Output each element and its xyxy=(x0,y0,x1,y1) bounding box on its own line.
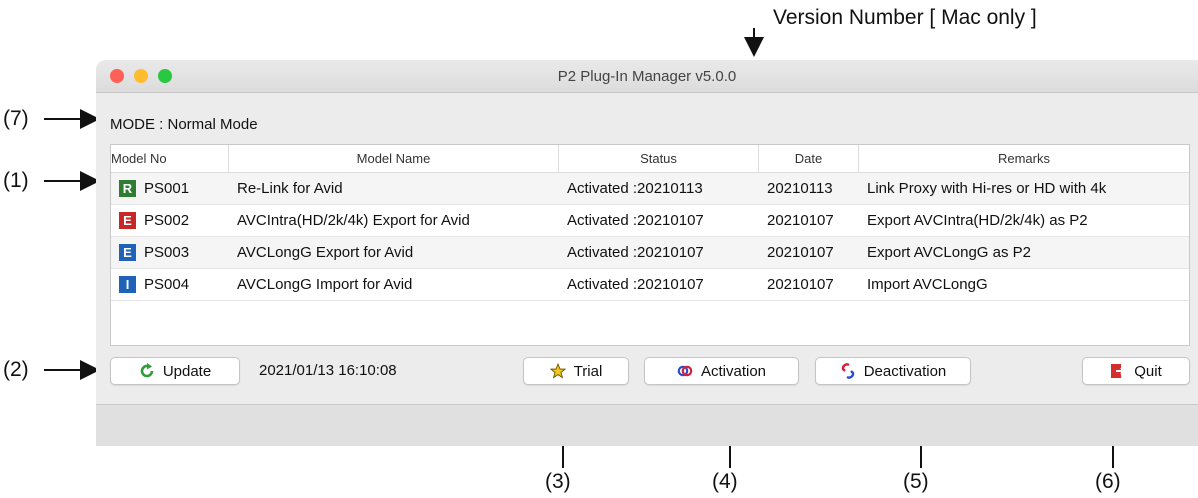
model-no: PS004 xyxy=(144,276,190,293)
model-no: PS003 xyxy=(144,244,190,261)
status: Activated :20210107 xyxy=(567,212,704,229)
header-status[interactable]: Status xyxy=(559,145,759,172)
model-no: PS001 xyxy=(144,180,190,197)
remarks: Import AVCLongG xyxy=(867,276,988,293)
table-row[interactable]: E PS003 AVCLongG Export for Avid Activat… xyxy=(111,237,1189,269)
export-icon: E xyxy=(119,212,136,229)
window-title: P2 Plug-In Manager v5.0.0 xyxy=(557,68,737,85)
model-name: Re-Link for Avid xyxy=(237,180,343,197)
remarks: Export AVCIntra(HD/2k/4k) as P2 xyxy=(867,212,1088,229)
callout-5: (5) xyxy=(903,470,929,493)
plugin-table: Model No Model Name Status Date Remarks … xyxy=(110,144,1190,346)
exit-icon xyxy=(1111,364,1126,378)
export-longg-icon: E xyxy=(119,244,136,261)
activation-label: Activation xyxy=(700,362,767,380)
title-bar: P2 Plug-In Manager v5.0.0 xyxy=(96,60,1198,93)
link-icon xyxy=(677,365,693,377)
trial-label: Trial xyxy=(573,362,603,380)
refresh-icon xyxy=(140,363,154,378)
date: 20210107 xyxy=(767,244,834,261)
header-model-no[interactable]: Model No xyxy=(111,145,229,172)
header-remarks[interactable]: Remarks xyxy=(859,145,1189,172)
model-name: AVCLongG Import for Avid xyxy=(237,276,413,293)
update-label: Update xyxy=(162,362,212,380)
callout-6: (6) xyxy=(1095,470,1121,493)
callout-2: (2) xyxy=(3,358,29,381)
quit-button[interactable]: Quit xyxy=(1082,357,1190,385)
callout-3: (3) xyxy=(545,470,571,493)
status: Activated :20210107 xyxy=(567,244,704,261)
star-icon xyxy=(549,363,566,379)
activation-button[interactable]: Activation xyxy=(644,357,799,385)
plugin-manager-window: P2 Plug-In Manager v5.0.0 MODE : Normal … xyxy=(96,60,1198,446)
trial-button[interactable]: Trial xyxy=(523,357,629,385)
last-update-timestamp: 2021/01/13 16:10:08 xyxy=(259,362,397,379)
date: 20210107 xyxy=(767,276,834,293)
deactivation-label: Deactivation xyxy=(863,362,947,380)
mode-label: MODE : Normal Mode xyxy=(110,116,258,133)
model-name: AVCLongG Export for Avid xyxy=(237,244,414,261)
status: Activated :20210107 xyxy=(567,276,704,293)
status: Activated :20210113 xyxy=(567,180,703,197)
callout-7: (7) xyxy=(3,107,29,130)
table-header: Model No Model Name Status Date Remarks xyxy=(111,145,1189,173)
status-bar xyxy=(96,404,1198,446)
model-name: AVCIntra(HD/2k/4k) Export for Avid xyxy=(237,212,470,229)
remarks: Export AVCLongG as P2 xyxy=(867,244,1031,261)
date: 20210113 xyxy=(767,180,833,197)
callout-4: (4) xyxy=(712,470,738,493)
remarks: Link Proxy with Hi-res or HD with 4k xyxy=(867,180,1107,197)
table-row[interactable]: I PS004 AVCLongG Import for Avid Activat… xyxy=(111,269,1189,301)
version-number-label: Version Number [ Mac only ] xyxy=(773,6,1037,29)
model-no: PS002 xyxy=(144,212,190,229)
update-button[interactable]: Update xyxy=(110,357,240,385)
callout-1: (1) xyxy=(3,169,29,192)
header-model-name[interactable]: Model Name xyxy=(229,145,559,172)
re-link-icon: R xyxy=(119,180,136,197)
quit-label: Quit xyxy=(1134,362,1162,380)
table-row[interactable]: R PS001 Re-Link for Avid Activated :2021… xyxy=(111,173,1189,205)
table-row[interactable]: E PS002 AVCIntra(HD/2k/4k) Export for Av… xyxy=(111,205,1189,237)
deactivation-button[interactable]: Deactivation xyxy=(815,357,971,385)
unlink-icon xyxy=(841,363,854,379)
date: 20210107 xyxy=(767,212,834,229)
import-icon: I xyxy=(119,276,136,293)
header-date[interactable]: Date xyxy=(759,145,859,172)
